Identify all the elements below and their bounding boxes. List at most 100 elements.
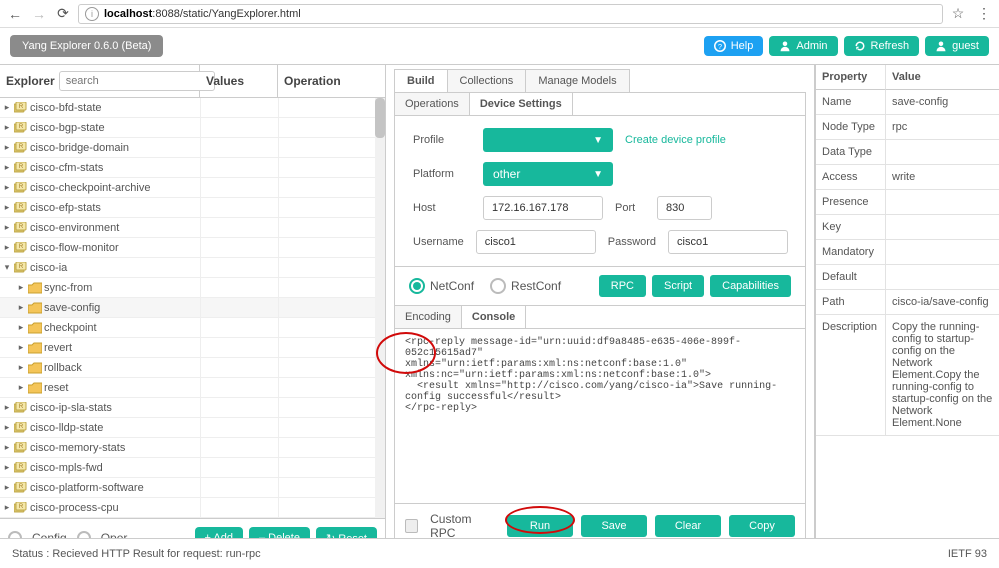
tree-row[interactable]: ▸save-config (0, 298, 385, 318)
expand-caret-icon[interactable]: ▸ (2, 442, 12, 453)
tree-row[interactable]: ▸cisco-ip-sla-stats (0, 398, 385, 418)
tree-row[interactable]: ▸cisco-environment (0, 218, 385, 238)
tree-row[interactable]: ▸cisco-flow-monitor (0, 238, 385, 258)
copy-button[interactable]: Copy (729, 515, 795, 537)
guest-button[interactable]: guest (925, 36, 989, 56)
expand-caret-icon[interactable]: ▸ (2, 162, 12, 173)
tree-row[interactable]: ▸reset (0, 378, 385, 398)
tree-row[interactable]: ▸ cisco-mpls-fwd (0, 458, 385, 478)
expand-caret-icon[interactable]: ▸ (2, 202, 12, 213)
profile-select[interactable]: ▼ (483, 128, 613, 152)
custom-rpc-checkbox[interactable] (405, 519, 418, 533)
subtab-console[interactable]: Console (462, 306, 526, 328)
subtab-operations[interactable]: Operations (395, 93, 470, 115)
netconf-radio[interactable] (409, 278, 425, 294)
tree-node-operation (278, 298, 385, 317)
tree-node-value (200, 138, 278, 157)
expand-caret-icon[interactable]: ▸ (2, 502, 12, 513)
expand-caret-icon[interactable]: ▸ (2, 102, 12, 113)
port-input[interactable] (657, 196, 712, 220)
subtab-encoding[interactable]: Encoding (395, 306, 462, 328)
tree-row[interactable]: ▸cisco-cfm-stats (0, 158, 385, 178)
username-input[interactable] (476, 230, 596, 254)
console-output[interactable]: <rpc-reply message-id="urn:uuid:df9a8485… (395, 329, 805, 503)
back-button[interactable]: ← (6, 5, 24, 23)
tree-node-value (200, 178, 278, 197)
host-input[interactable] (483, 196, 603, 220)
tree-row[interactable]: ▸cisco-memory-stats (0, 438, 385, 458)
tree-row[interactable]: ▸revert (0, 338, 385, 358)
expand-caret-icon[interactable]: ▸ (16, 342, 26, 353)
tree-row[interactable]: ▸cisco-bridge-domain (0, 138, 385, 158)
property-value (886, 215, 999, 240)
expand-caret-icon[interactable]: ▸ (2, 482, 12, 493)
expand-caret-icon[interactable]: ▸ (16, 282, 26, 293)
expand-caret-icon[interactable]: ▸ (2, 122, 12, 133)
app-header: Yang Explorer 0.6.0 (Beta) Help Admin Re… (0, 28, 999, 64)
tree-row[interactable]: ▸rollback (0, 358, 385, 378)
tree-row[interactable]: ▸cisco-process-cpu (0, 498, 385, 518)
explorer-search-input[interactable] (59, 71, 215, 91)
help-button[interactable]: Help (704, 36, 764, 56)
app-title: Yang Explorer 0.6.0 (Beta) (10, 35, 163, 57)
forward-button[interactable]: → (30, 5, 48, 23)
bookmark-star-icon[interactable]: ☆ (949, 5, 967, 23)
subtab-device-settings[interactable]: Device Settings (470, 93, 573, 115)
save-button[interactable]: Save (581, 515, 647, 537)
expand-caret-icon[interactable]: ▸ (2, 142, 12, 153)
folder-icon (28, 322, 42, 334)
tree-row[interactable]: ▾cisco-ia (0, 258, 385, 278)
tree-row[interactable]: ▸cisco-platform-software (0, 478, 385, 498)
tree-row[interactable]: ▸cisco-bgp-state (0, 118, 385, 138)
expand-caret-icon[interactable]: ▸ (2, 462, 12, 473)
create-profile-link[interactable]: Create device profile (625, 134, 726, 146)
expand-caret-icon[interactable]: ▸ (2, 422, 12, 433)
password-input[interactable] (668, 230, 788, 254)
tree-row[interactable]: ▸sync-from (0, 278, 385, 298)
property-row: Data Type (816, 140, 999, 165)
module-icon (14, 142, 28, 154)
model-tree[interactable]: ▸cisco-bfd-state▸cisco-bgp-state▸cisco-b… (0, 98, 385, 519)
expand-caret-icon[interactable]: ▾ (2, 262, 12, 273)
tree-row[interactable]: ▸cisco-efp-stats (0, 198, 385, 218)
tab-collections[interactable]: Collections (447, 69, 527, 92)
tree-row[interactable]: ▸checkpoint (0, 318, 385, 338)
tree-row[interactable]: ▸cisco-lldp-state (0, 418, 385, 438)
module-icon (14, 262, 28, 274)
platform-select[interactable]: other▼ (483, 162, 613, 186)
tree-node-operation (278, 98, 385, 117)
expand-caret-icon[interactable]: ▸ (16, 302, 26, 313)
admin-button[interactable]: Admin (769, 36, 837, 56)
tree-node-operation (278, 438, 385, 457)
tree-row[interactable]: ▸cisco-bfd-state (0, 98, 385, 118)
expand-caret-icon[interactable]: ▸ (2, 402, 12, 413)
expand-caret-icon[interactable]: ▸ (16, 362, 26, 373)
reload-button[interactable]: ⟳ (54, 5, 72, 23)
tree-node-value (200, 238, 278, 257)
refresh-button[interactable]: Refresh (844, 36, 920, 56)
expand-caret-icon[interactable]: ▸ (16, 382, 26, 393)
expand-caret-icon[interactable]: ▸ (2, 182, 12, 193)
script-button[interactable]: Script (652, 275, 704, 297)
restconf-radio[interactable] (490, 278, 506, 294)
expand-caret-icon[interactable]: ▸ (2, 222, 12, 233)
tree-node-label: cisco-mpls-fwd (30, 462, 103, 474)
tab-manage-models[interactable]: Manage Models (525, 69, 629, 92)
module-icon (14, 222, 28, 234)
rpc-button[interactable]: RPC (599, 275, 646, 297)
status-right: IETF 93 (948, 548, 987, 560)
tree-node-value (200, 118, 278, 137)
expand-caret-icon[interactable]: ▸ (16, 322, 26, 333)
url-bar[interactable]: i localhost:8088/static/YangExplorer.htm… (78, 4, 943, 24)
clear-button[interactable]: Clear (655, 515, 721, 537)
browser-menu-icon[interactable]: ⋮ (975, 5, 993, 23)
explorer-panel: Explorer Values Operation ▸cisco-bfd-sta… (0, 65, 386, 557)
tab-build[interactable]: Build (394, 69, 448, 92)
tree-row[interactable]: ▸cisco-checkpoint-archive (0, 178, 385, 198)
capabilities-button[interactable]: Capabilities (710, 275, 791, 297)
tree-scrollbar[interactable] (375, 98, 385, 518)
run-button[interactable]: Run (507, 515, 573, 537)
property-value: save-config (886, 90, 999, 115)
expand-caret-icon[interactable]: ▸ (2, 242, 12, 253)
tree-node-operation (278, 138, 385, 157)
